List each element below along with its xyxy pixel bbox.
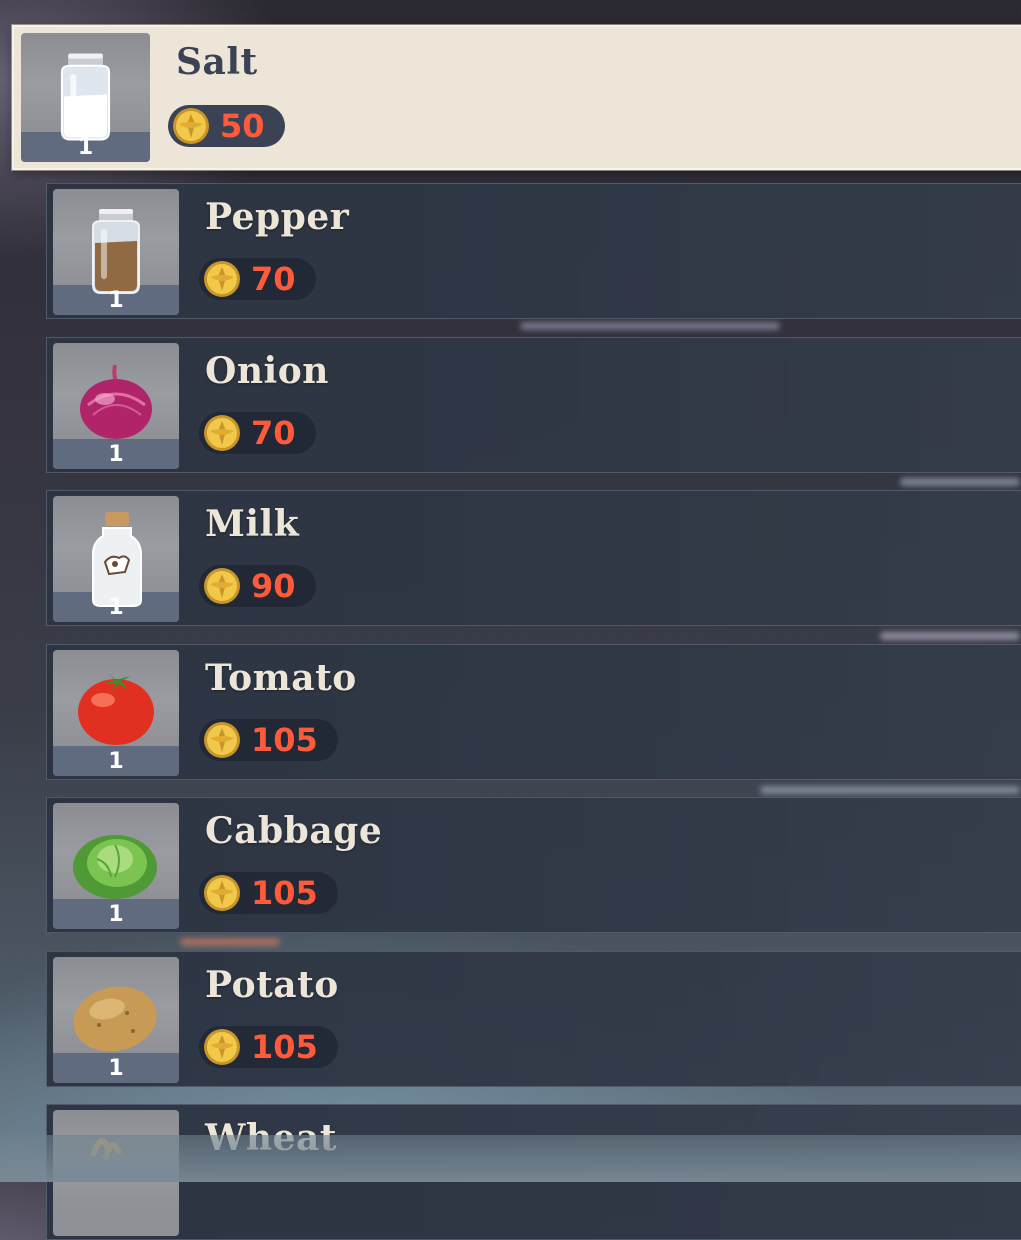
item-price: 70 (251, 414, 296, 452)
item-name: Tomato (205, 657, 357, 699)
item-price-tag: 70 (199, 258, 316, 300)
item-price: 105 (251, 721, 318, 759)
item-quantity: 1 (77, 135, 94, 160)
item-price-tag: 70 (199, 412, 316, 454)
shop-item-cabbage[interactable]: 1 Cabbage 105 (46, 797, 1021, 933)
mora-coin-icon (204, 875, 240, 911)
item-quantity: 1 (108, 442, 124, 467)
item-name: Pepper (205, 196, 350, 238)
item-price: 90 (251, 567, 296, 605)
item-price: 50 (220, 107, 265, 145)
item-quantity: 1 (108, 902, 124, 927)
item-price: 105 (251, 874, 318, 912)
mora-coin-icon (173, 108, 209, 144)
mora-coin-icon (204, 722, 240, 758)
shop-item-onion[interactable]: 1 Onion 70 (46, 337, 1021, 473)
item-name: Salt (176, 41, 258, 83)
shop-item-milk[interactable]: 1 Milk 90 (46, 490, 1021, 626)
item-thumbnail: 1 (53, 189, 179, 315)
mora-coin-icon (204, 261, 240, 297)
item-thumbnail: 1 (21, 33, 150, 162)
list-bottom-fade (0, 1135, 1021, 1182)
mora-coin-icon (204, 415, 240, 451)
item-price-tag: 50 (168, 105, 285, 147)
item-price-tag: 105 (199, 872, 338, 914)
shop-item-tomato[interactable]: 1 Tomato 105 (46, 644, 1021, 780)
shop-item-list: 1 Salt 50 1 Pepper 70 1 Onion 70 1 Milk … (0, 0, 1021, 1240)
item-thumbnail: 1 (53, 803, 179, 929)
item-quantity: 1 (108, 288, 124, 313)
item-thumbnail: 1 (53, 343, 179, 469)
shop-item-potato[interactable]: 1 Potato 105 (46, 951, 1021, 1087)
shop-item-pepper[interactable]: 1 Pepper 70 (46, 183, 1021, 319)
item-thumbnail: 1 (53, 650, 179, 776)
shop-item-salt[interactable]: 1 Salt 50 (12, 25, 1021, 170)
mora-coin-icon (204, 1029, 240, 1065)
item-name: Potato (205, 964, 339, 1006)
item-price-tag: 105 (199, 719, 338, 761)
item-name: Onion (205, 350, 329, 392)
item-thumbnail: 1 (53, 957, 179, 1083)
item-price: 70 (251, 260, 296, 298)
item-thumbnail: 1 (53, 496, 179, 622)
item-name: Cabbage (205, 810, 383, 852)
item-name: Milk (205, 503, 300, 545)
item-price-tag: 105 (199, 1026, 338, 1068)
item-quantity: 1 (108, 595, 124, 620)
item-quantity: 1 (108, 749, 124, 774)
item-price-tag: 90 (199, 565, 316, 607)
mora-coin-icon (204, 568, 240, 604)
item-quantity: 1 (108, 1056, 124, 1081)
item-price: 105 (251, 1028, 318, 1066)
